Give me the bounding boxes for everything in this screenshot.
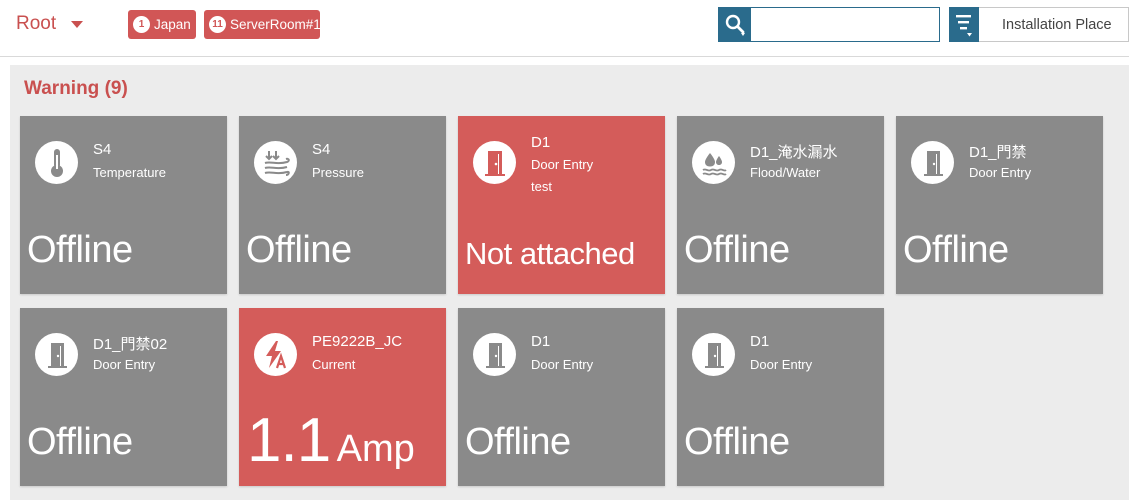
current-icon <box>265 340 286 368</box>
tile-icon-circle <box>692 141 735 184</box>
tile-icon-circle <box>254 141 297 184</box>
tile-icon-circle <box>692 333 735 376</box>
pressure-icon <box>264 150 290 176</box>
door-icon <box>484 150 505 176</box>
tile-icon-circle <box>473 333 516 376</box>
thermometer-icon <box>50 148 63 177</box>
breadcrumb-count-badge: 11 <box>209 16 226 33</box>
breadcrumb-serverroom[interactable]: 11 ServerRoom#1 <box>204 10 321 39</box>
tile-type: Temperature <box>93 165 166 180</box>
tile-icon-circle <box>35 333 78 376</box>
tile-description: test <box>531 179 552 194</box>
sensor-tile-door-entry[interactable]: D1 Door Entry Offline <box>458 308 665 486</box>
filter-list-icon <box>956 14 972 36</box>
tile-type: Door Entry <box>969 165 1032 180</box>
tile-name: D1_淹水漏水 <box>750 144 838 161</box>
tile-status: Not attached <box>465 236 635 271</box>
breadcrumb-label: Japan <box>154 17 191 32</box>
sensor-tile-door-entry[interactable]: D1_門禁 Door Entry Offline <box>896 116 1103 294</box>
tile-status: Offline <box>684 229 790 271</box>
tile-name: D1_門禁 <box>969 144 1027 161</box>
top-bar: Root 1 Japan 11 ServerRoom#1 Installatio… <box>0 0 1129 57</box>
tile-status: Offline <box>684 421 790 463</box>
sensor-tile-pressure[interactable]: S4 Pressure Offline <box>239 116 446 294</box>
tile-name: PE9222B_JC <box>312 333 403 350</box>
door-icon <box>47 342 67 368</box>
tile-reading: 1.1 Amp <box>247 405 415 476</box>
door-icon <box>485 342 505 368</box>
door-icon <box>704 342 724 368</box>
tile-name: D1_門禁02 <box>93 336 168 353</box>
tile-type: Door Entry <box>750 357 813 372</box>
tile-status: Offline <box>903 229 1009 271</box>
tile-status: Offline <box>27 421 133 463</box>
search-input[interactable] <box>751 7 940 42</box>
tile-icon-circle <box>473 141 516 184</box>
sensor-tile-door-entry[interactable]: D1 Door Entry Offline <box>677 308 884 486</box>
tile-type: Current <box>312 357 356 372</box>
sort-by-value: Installation Place <box>1002 16 1112 33</box>
sensor-tile-flood-water[interactable]: D1_淹水漏水 Flood/Water Offline <box>677 116 884 294</box>
tile-name: S4 <box>312 141 331 158</box>
tile-name: D1 <box>750 333 770 350</box>
tile-type: Flood/Water <box>750 165 821 180</box>
tile-status: Offline <box>246 229 352 271</box>
breadcrumb-japan[interactable]: 1 Japan <box>128 10 196 39</box>
tile-reading-unit: Amp <box>336 428 415 470</box>
tile-type: Door Entry <box>531 157 594 172</box>
tile-status: Offline <box>27 229 133 271</box>
tile-type: Pressure <box>312 165 365 180</box>
search-button[interactable] <box>718 7 751 42</box>
tile-icon-circle <box>35 141 78 184</box>
section-title: Warning (9) <box>24 78 128 99</box>
tile-reading-value: 1.1 <box>247 406 331 475</box>
tile-type: Door Entry <box>93 357 156 372</box>
door-icon <box>923 150 943 176</box>
sensor-tile-current[interactable]: PE9222B_JC Current 1.1 Amp <box>239 308 446 486</box>
root-dropdown-label[interactable]: Root <box>16 13 56 35</box>
water-drop-icon <box>702 152 727 175</box>
tile-name: S4 <box>93 141 112 158</box>
search-icon <box>725 14 745 36</box>
sort-by-select[interactable]: Installation Place <box>979 7 1129 42</box>
breadcrumb-count-badge: 1 <box>133 16 150 33</box>
sensor-tile-door-entry[interactable]: D1_門禁02 Door Entry Offline <box>20 308 227 486</box>
tile-type: Door Entry <box>531 357 594 372</box>
tile-icon-circle <box>911 141 954 184</box>
sensor-tile-temperature[interactable]: S4 Temperature Offline <box>20 116 227 294</box>
tile-name: D1 <box>531 134 551 151</box>
breadcrumb-label: ServerRoom#1 <box>230 17 321 32</box>
tile-status: Offline <box>465 421 571 463</box>
filter-button[interactable] <box>949 7 979 42</box>
sensor-tile-door-entry-test[interactable]: D1 Door Entry test Not attached <box>458 116 665 294</box>
tile-name: D1 <box>531 333 551 350</box>
caret-down-icon[interactable] <box>71 21 83 28</box>
tile-icon-circle <box>254 333 297 376</box>
